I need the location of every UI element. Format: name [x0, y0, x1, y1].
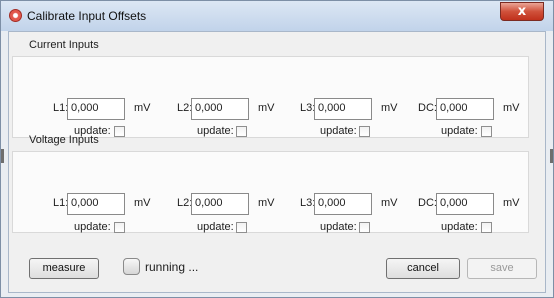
voltage-l2-update-checkbox[interactable]	[236, 222, 247, 233]
current-l3-update-checkbox[interactable]	[359, 126, 370, 137]
current-dc-update-checkbox[interactable]	[481, 126, 492, 137]
calibrate-dialog: Calibrate Input Offsets x Current Inputs…	[0, 0, 554, 298]
voltage-l3-unit: mV	[381, 197, 398, 209]
current-l2-label: L2:	[177, 102, 193, 114]
window-edge-handle-right	[550, 149, 553, 163]
close-button[interactable]: x	[500, 2, 544, 21]
voltage-l2-input[interactable]: 0,000	[191, 193, 249, 215]
current-dc-update-label: update:	[441, 125, 478, 137]
voltage-l3-update-checkbox[interactable]	[359, 222, 370, 233]
voltage-l3-update-label: update:	[320, 221, 357, 233]
current-l3-label: L3:	[300, 102, 316, 114]
cancel-button[interactable]: cancel	[386, 258, 460, 279]
current-l3-input[interactable]: 0,000	[314, 98, 372, 120]
current-l3-unit: mV	[381, 102, 398, 114]
voltage-l1-update-checkbox[interactable]	[114, 222, 125, 233]
voltage-l1-unit: mV	[134, 197, 151, 209]
current-inputs-title: Current Inputs	[29, 39, 99, 51]
voltage-l3-input[interactable]: 0,000	[314, 193, 372, 215]
current-l2-update-label: update:	[197, 125, 234, 137]
current-l2-input[interactable]: 0,000	[191, 98, 249, 120]
current-l1-input[interactable]: 0,000	[67, 98, 125, 120]
save-button[interactable]: save	[467, 258, 537, 279]
current-l2-update-checkbox[interactable]	[236, 126, 247, 137]
running-label: running ...	[145, 260, 199, 274]
voltage-dc-unit: mV	[503, 197, 520, 209]
voltage-dc-update-label: update:	[441, 221, 478, 233]
voltage-inputs-title: Voltage Inputs	[29, 134, 99, 146]
measure-button[interactable]: measure	[29, 258, 99, 279]
voltage-l1-input[interactable]: 0,000	[67, 193, 125, 215]
window-title: Calibrate Input Offsets	[27, 9, 147, 23]
voltage-l2-update-label: update:	[197, 221, 234, 233]
current-l1-label: L1:	[53, 102, 69, 114]
voltage-l3-label: L3:	[300, 197, 316, 209]
voltage-dc-label: DC:	[418, 197, 437, 209]
current-dc-label: DC:	[418, 102, 437, 114]
current-dc-unit: mV	[503, 102, 520, 114]
voltage-l2-unit: mV	[258, 197, 275, 209]
current-l1-update-checkbox[interactable]	[114, 126, 125, 137]
app-icon	[9, 9, 22, 22]
current-dc-input[interactable]: 0,000	[436, 98, 494, 120]
current-l1-unit: mV	[134, 102, 151, 114]
window-edge-handle-left	[1, 149, 4, 163]
voltage-l1-update-label: update:	[74, 221, 111, 233]
voltage-dc-update-checkbox[interactable]	[481, 222, 492, 233]
voltage-l2-label: L2:	[177, 197, 193, 209]
current-l2-unit: mV	[258, 102, 275, 114]
title-bar: Calibrate Input Offsets x	[1, 1, 553, 31]
voltage-l1-label: L1:	[53, 197, 69, 209]
voltage-dc-input[interactable]: 0,000	[436, 193, 494, 215]
current-l3-update-label: update:	[320, 125, 357, 137]
running-indicator	[123, 258, 140, 275]
